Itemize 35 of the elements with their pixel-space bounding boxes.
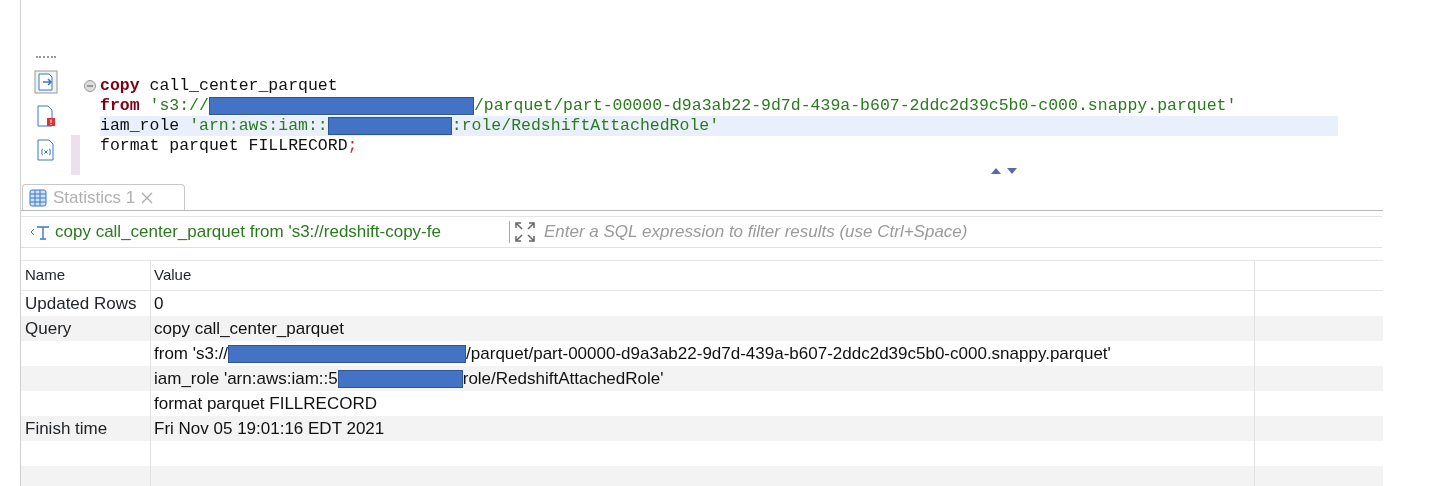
cell-text: format parquet FILLRECORD [154,392,377,415]
previous-arrow-icon[interactable] [991,168,1001,174]
code-text: call_center_parquet [148,76,338,96]
column-header[interactable]: Value [151,261,1255,290]
cell-text: role/RedshiftAttachedRole' [462,367,664,390]
query-text: copy call_center_parquet from 's3://redshift-copy-fe [55,221,442,244]
code-text: 'arn:aws:iam:: [189,116,328,136]
row-name: Query [25,317,72,340]
code-text: iam_role [100,116,181,136]
code-text: /parquet/part-00000-d9a3ab22-9d7d-439a-b607-2ddc2d39c5b0-c000.snappy.parquet' [473,96,1237,116]
code-text: from [100,96,140,116]
document-warning-icon[interactable] [35,104,57,128]
cell-text: iam_role 'arn:aws:iam::5 [154,367,338,390]
row-name: Updated Rows [25,292,137,315]
next-arrow-icon[interactable] [1007,168,1017,174]
close-icon[interactable] [141,191,154,204]
drag-handle-icon[interactable] [36,56,56,60]
table-icon [29,188,47,207]
cell-text: from 's3:// [154,342,229,365]
cell-text: /parquet/part-00000-d9a3ab22-9d7d-439a-b607-2ddc2d39c5b0-c000.snappy.parquet' [466,342,1111,365]
change-marker [71,135,80,175]
code-text: 's3:// [148,96,209,116]
code-text: format parquet FILLRECORD [100,136,348,156]
column-header[interactable]: Name [21,261,151,290]
row-name: Finish time [25,417,108,440]
collapse-icon[interactable] [84,80,96,92]
code-text: ; [347,136,358,156]
document-variable-icon[interactable] [36,138,56,162]
code-text: copy [100,76,140,96]
text-icon [29,223,51,241]
expand-icon[interactable] [514,221,536,243]
cell-text: 0 [154,292,164,315]
code-text: :role/RedshiftAttachedRole' [451,116,720,136]
cell-text: Fri Nov 05 19:01:16 EDT 2021 [154,417,385,440]
cell-text: copy call_center_parquet [154,317,344,340]
